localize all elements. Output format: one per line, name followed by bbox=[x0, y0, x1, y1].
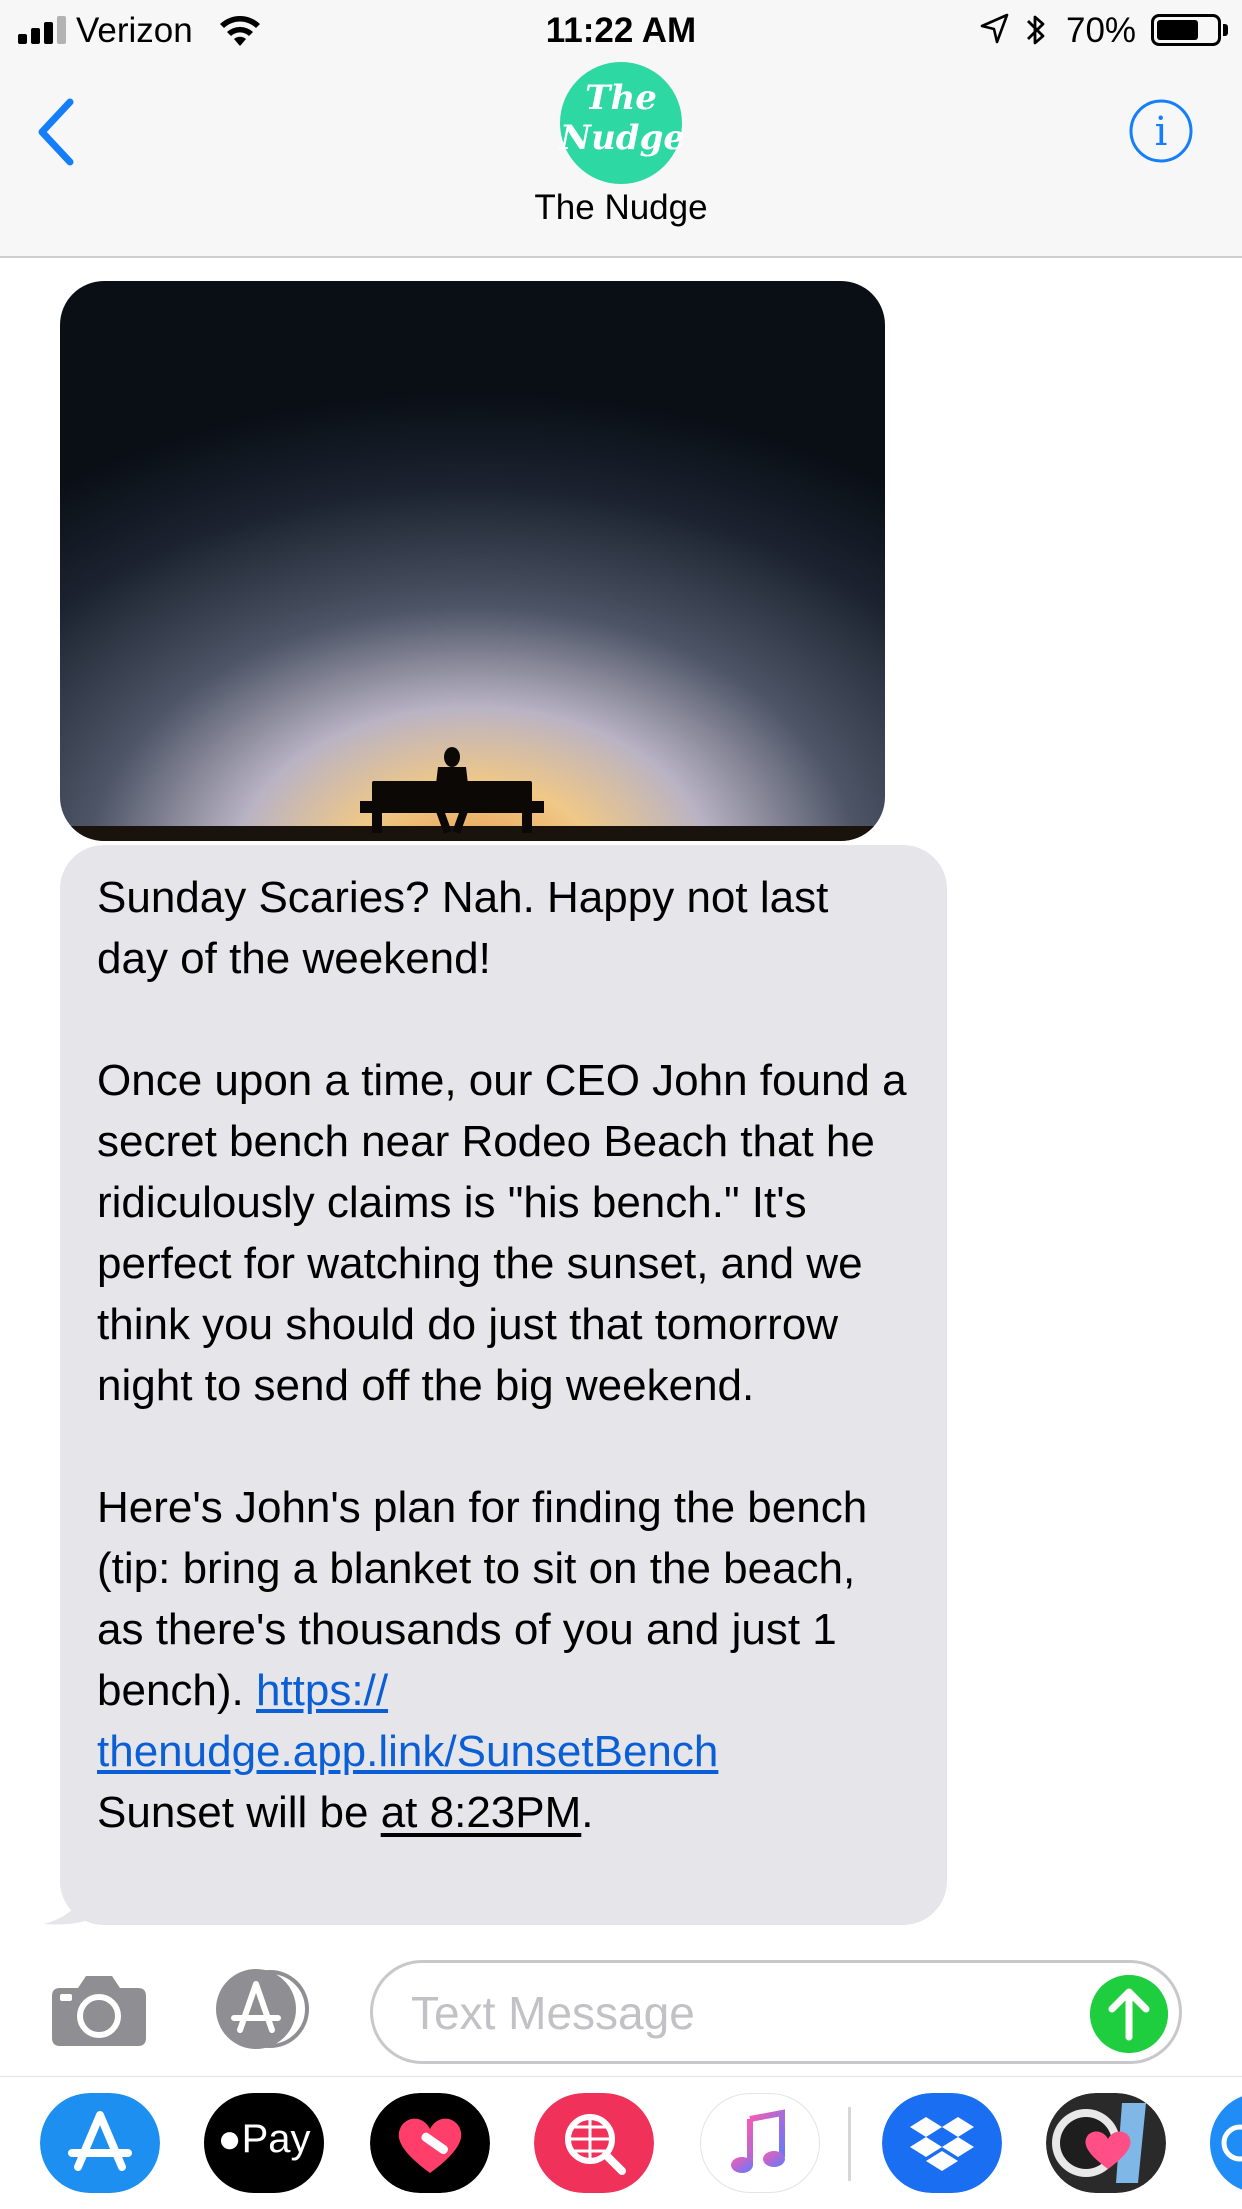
message-input[interactable] bbox=[411, 1983, 1051, 2043]
battery-icon bbox=[1151, 14, 1221, 46]
message-paragraph-3: Here's John's plan for finding the bench… bbox=[97, 1477, 911, 1843]
sunset-bench-link-part1[interactable]: https:// bbox=[256, 1666, 388, 1715]
search-globe-icon[interactable] bbox=[534, 2093, 654, 2193]
conversation-header: The Nudge The Nudge i bbox=[0, 62, 1242, 258]
imessage-app-drawer: ●Pay bbox=[0, 2076, 1242, 2209]
bluetooth-icon bbox=[1027, 15, 1045, 45]
app-store-button-icon[interactable] bbox=[210, 1968, 316, 2050]
extra-app-icon[interactable] bbox=[1210, 2093, 1242, 2193]
dropbox-icon[interactable] bbox=[882, 2093, 1002, 2193]
sunset-bench-photo[interactable] bbox=[60, 281, 885, 841]
message-paragraph-1: Sunday Scaries? Nah. Happy not last day … bbox=[97, 873, 829, 983]
sunset-bench-link-part2[interactable]: thenudge.app.link/SunsetBench bbox=[97, 1727, 718, 1776]
battery-percent: 70% bbox=[1066, 11, 1137, 50]
sunset-time-detected[interactable]: at 8:23PM bbox=[381, 1788, 582, 1837]
camera-icon[interactable] bbox=[50, 1972, 148, 2048]
sunset-prefix: Sunset will be bbox=[97, 1788, 381, 1837]
sunset-suffix: . bbox=[581, 1788, 594, 1837]
contact-name[interactable]: The Nudge bbox=[0, 188, 1242, 228]
bubble-tail bbox=[44, 1880, 114, 1925]
status-bar: Verizon 11:22 AM 70% bbox=[0, 0, 1242, 62]
info-icon[interactable]: i bbox=[1128, 98, 1194, 164]
heart-app-icon[interactable] bbox=[370, 2093, 490, 2193]
avatar-logo-text: The Nudge bbox=[560, 78, 685, 158]
avatar-text-line1: The bbox=[585, 78, 657, 118]
avatar-text-line2: Nudge bbox=[560, 118, 685, 158]
heart-photo-icon[interactable] bbox=[1046, 2093, 1166, 2193]
location-arrow-icon bbox=[980, 13, 1009, 44]
message-bubble[interactable]: Sunday Scaries? Nah. Happy not last day … bbox=[60, 845, 947, 1925]
back-chevron-icon[interactable] bbox=[30, 94, 86, 170]
music-icon[interactable] bbox=[700, 2093, 820, 2193]
message-paragraph-2: Once upon a time, our CEO John found a s… bbox=[97, 1056, 907, 1410]
svg-text:i: i bbox=[1155, 109, 1168, 155]
clock: 11:22 AM bbox=[545, 11, 697, 50]
battery-cap bbox=[1223, 24, 1228, 36]
apple-pay-label: ●Pay bbox=[217, 2117, 311, 2161]
drawer-divider bbox=[848, 2107, 851, 2181]
app-store-icon[interactable] bbox=[40, 2093, 160, 2193]
message-text-field[interactable] bbox=[370, 1960, 1182, 2064]
apple-pay-icon[interactable]: ●Pay bbox=[204, 2093, 324, 2193]
send-arrow-icon[interactable] bbox=[1090, 1975, 1168, 2053]
message-paragraph-3-text: Here's John's plan for finding the bench… bbox=[97, 1483, 868, 1715]
compose-bar bbox=[0, 1950, 1242, 2080]
apple-pay-text: Pay bbox=[241, 2117, 311, 2161]
contact-avatar[interactable]: The Nudge bbox=[560, 62, 685, 184]
